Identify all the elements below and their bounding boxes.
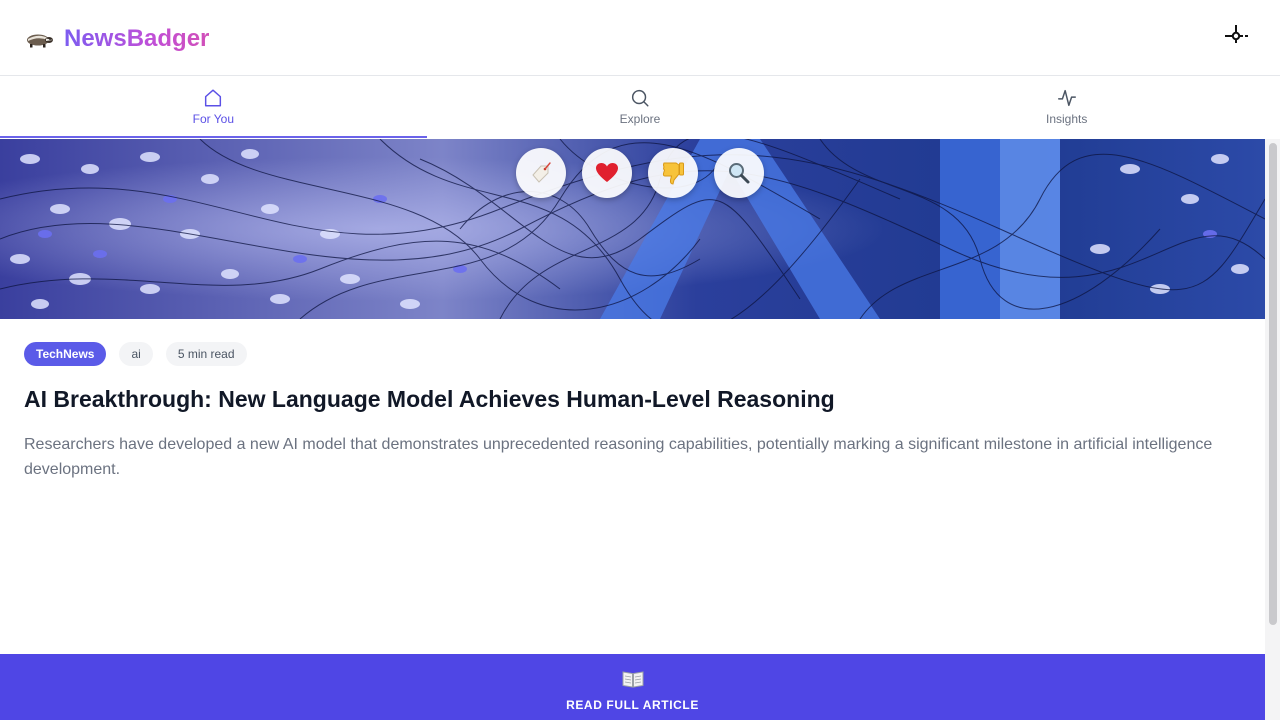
read-time-badge: 5 min read xyxy=(165,342,247,366)
search-article-button[interactable] xyxy=(714,148,764,198)
tab-insights[interactable]: Insights xyxy=(853,76,1280,139)
tab-label: Insights xyxy=(1046,112,1088,126)
feed-content: TechNews ai 5 min read AI Breakthrough: … xyxy=(0,139,1265,654)
crosshair-settings-icon[interactable] xyxy=(1220,20,1252,52)
article-meta: TechNews ai 5 min read xyxy=(24,342,247,366)
article-title[interactable]: AI Breakthrough: New Language Model Achi… xyxy=(24,384,1244,414)
tab-for-you[interactable]: For You xyxy=(0,76,427,139)
thumbs-down-icon xyxy=(662,162,684,185)
cta-label: READ FULL ARTICLE xyxy=(566,698,699,712)
open-book-icon xyxy=(622,671,643,688)
tag-button[interactable] xyxy=(516,148,566,198)
app-root: NewsBadger For You Explore Insights Tech… xyxy=(0,0,1280,720)
article-actions xyxy=(516,148,764,198)
heart-icon xyxy=(596,163,618,182)
source-badge[interactable]: TechNews xyxy=(24,342,107,366)
article-summary: Researchers have developed a new AI mode… xyxy=(24,436,1213,478)
tab-explore[interactable]: Explore xyxy=(427,76,854,139)
top-header: NewsBadger xyxy=(0,0,1280,76)
search-icon xyxy=(631,89,649,107)
like-button[interactable] xyxy=(582,148,632,198)
activity-icon xyxy=(1057,89,1076,107)
tag-icon xyxy=(532,162,551,183)
tab-label: For You xyxy=(192,112,235,126)
scrollbar-thumb[interactable] xyxy=(1269,143,1277,625)
magnifier-icon xyxy=(729,163,750,184)
read-full-article-button[interactable]: READ FULL ARTICLE xyxy=(0,654,1265,720)
home-icon xyxy=(205,89,222,107)
main-tabs: For You Explore Insights xyxy=(0,76,1280,139)
topic-badge[interactable]: ai xyxy=(119,342,153,366)
brand-name[interactable]: NewsBadger xyxy=(64,24,209,54)
badger-icon xyxy=(27,34,53,48)
dislike-button[interactable] xyxy=(648,148,698,198)
tab-label: Explore xyxy=(619,112,661,126)
article-hero-image xyxy=(0,139,1265,319)
